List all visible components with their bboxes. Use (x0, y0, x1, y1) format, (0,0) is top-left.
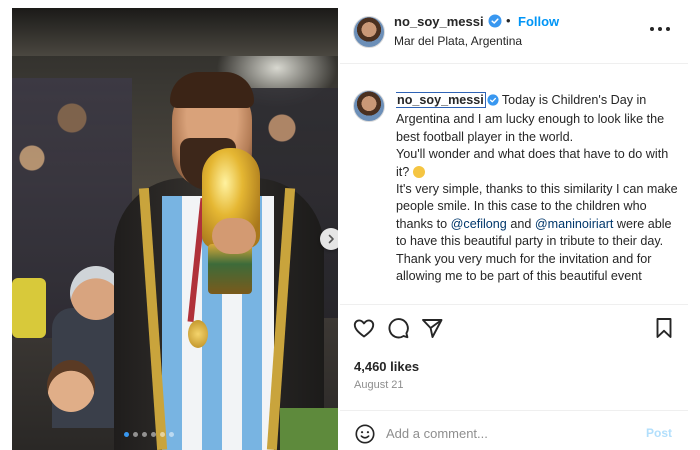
post-comment-button[interactable]: Post (646, 426, 672, 440)
share-icon[interactable] (420, 316, 444, 340)
carousel-dots (124, 432, 174, 437)
post-actions (340, 312, 688, 346)
likes-count[interactable]: 4,460 likes (354, 359, 419, 374)
caption-fade (340, 282, 688, 304)
follow-button[interactable]: Follow (518, 14, 559, 29)
comment-icon[interactable] (386, 316, 410, 340)
thinking-face-emoji-icon (412, 165, 425, 178)
mention-cefilong[interactable]: @cefilong (451, 217, 507, 231)
more-options-icon[interactable] (646, 22, 674, 36)
post-caption: no_soy_messi Today is Children's Day in … (396, 92, 684, 288)
heart-icon[interactable] (352, 316, 376, 340)
comment-bar: Post (340, 416, 688, 450)
photo-yellow-item (12, 278, 46, 338)
photo-medal (188, 320, 208, 348)
header-username[interactable]: no_soy_messi (394, 14, 484, 29)
bookmark-icon[interactable] (652, 316, 676, 340)
smiley-icon[interactable] (354, 423, 376, 450)
photo-floor (280, 408, 338, 450)
verified-badge-icon (487, 94, 499, 111)
mention-maninoiriart[interactable]: @maninoiriart (535, 217, 614, 231)
post-photo[interactable] (12, 8, 338, 450)
carousel-dot (142, 432, 147, 437)
photo-hand (212, 218, 256, 254)
header-divider (340, 63, 688, 64)
photo-man-hair (170, 72, 254, 108)
caption-and: and (510, 216, 532, 231)
comment-divider (340, 410, 688, 411)
post-sidebar: no_soy_messi • Follow Mar del Plata, Arg… (340, 0, 688, 450)
carousel-dot (133, 432, 138, 437)
carousel-dot (124, 432, 129, 437)
caption-username[interactable]: no_soy_messi (396, 92, 486, 108)
caption-text-5: Thank you very much for the invitation a… (396, 251, 652, 284)
header-separator: • (506, 13, 511, 28)
caption-text-2: You'll wonder and what does that have to… (396, 147, 669, 179)
caption-avatar[interactable] (353, 90, 385, 122)
photo-ceiling (12, 8, 338, 56)
next-slide-button[interactable] (320, 228, 338, 250)
carousel-dot (169, 432, 174, 437)
comment-input[interactable] (386, 422, 626, 444)
post-location[interactable]: Mar del Plata, Argentina (394, 34, 522, 48)
carousel-dot (160, 432, 165, 437)
post-date[interactable]: August 21 (354, 379, 404, 391)
chevron-right-icon (328, 234, 334, 244)
verified-badge-icon (488, 14, 502, 33)
photo-child-smiling (47, 360, 95, 412)
actions-divider (340, 304, 688, 305)
header-avatar[interactable] (353, 16, 385, 48)
carousel-dot (151, 432, 156, 437)
